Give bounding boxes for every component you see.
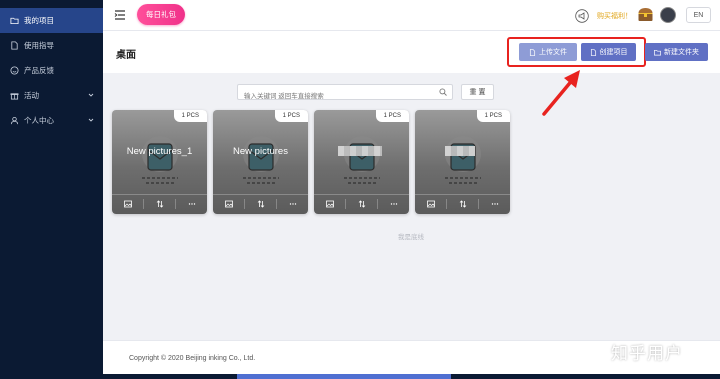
sidebar-item-label: 产品反馈	[24, 66, 54, 75]
blurred-title	[338, 146, 382, 156]
image-button[interactable]	[213, 196, 244, 212]
page-title: 桌面	[116, 50, 136, 61]
blurred-title	[445, 146, 475, 156]
card-actions	[213, 196, 308, 212]
card-actions	[415, 196, 510, 212]
card-actions	[314, 196, 409, 212]
file-icon	[590, 48, 596, 56]
sidebar-item-my-projects[interactable]: 我的项目	[0, 8, 103, 33]
sidebar-item-label: 个人中心	[24, 116, 54, 125]
sidebar-item-label: 我的项目	[24, 16, 54, 25]
image-button[interactable]	[314, 196, 345, 212]
card-divider	[415, 194, 510, 195]
file-icon	[529, 48, 536, 56]
project-card[interactable]: 1 PCS New pictures_1	[112, 110, 207, 214]
sidebar-item-label: 使用指导	[24, 41, 54, 50]
treasure-chest-icon[interactable]	[637, 7, 654, 22]
count-badge: 1 PCS	[274, 110, 308, 122]
image-button[interactable]	[112, 196, 143, 212]
card-title: New pictures	[233, 146, 288, 157]
image-icon	[123, 200, 132, 208]
sidebar-item-guide[interactable]: 使用指导	[0, 33, 103, 58]
card-divider	[213, 194, 308, 195]
count-badge: 1 PCS	[173, 110, 207, 122]
document-icon	[10, 41, 19, 50]
image-icon	[224, 200, 233, 208]
search-box	[237, 84, 453, 104]
bottom-strip	[0, 374, 720, 379]
search-input[interactable]	[238, 89, 428, 104]
project-card[interactable]: 1 PCS	[415, 110, 510, 214]
more-button[interactable]	[176, 196, 207, 212]
folder-icon	[10, 16, 19, 25]
promo-text[interactable]: 购买福利！	[597, 11, 632, 21]
sort-icon	[257, 200, 264, 208]
upload-file-button[interactable]: 上传文件	[519, 43, 577, 61]
more-icon	[188, 203, 195, 205]
new-folder-label: 新建文件夹	[664, 49, 699, 56]
create-project-button[interactable]: 创建项目	[581, 43, 636, 61]
sort-icon	[459, 200, 466, 208]
watermark: 知乎用户	[611, 344, 683, 363]
more-icon	[491, 203, 498, 205]
image-icon	[325, 200, 334, 208]
sort-button[interactable]	[144, 196, 175, 212]
page-header: 桌面 上传文件 创建项目 新建文件夹	[103, 31, 720, 73]
project-card[interactable]: 1 PCS New pictures	[213, 110, 308, 214]
copyright-text: Copyright © 2020 Beijing inking Co., Ltd…	[129, 355, 256, 362]
card-divider	[112, 194, 207, 195]
gift-icon	[10, 91, 19, 100]
upload-file-label: 上传文件	[539, 49, 567, 56]
sort-button[interactable]	[447, 196, 478, 212]
image-icon	[426, 200, 435, 208]
card-title: New pictures_1	[126, 146, 193, 157]
create-project-label: 创建项目	[599, 49, 628, 56]
folder-icon	[654, 49, 661, 55]
top-bar: 每日礼包 购买福利！ EN	[103, 0, 720, 31]
daily-gift-button[interactable]: 每日礼包	[137, 4, 185, 25]
menu-toggle-icon[interactable]	[114, 9, 126, 21]
sidebar-item-feedback[interactable]: 产品反馈	[0, 58, 103, 83]
annotation-arrow-icon	[542, 70, 580, 116]
project-thumbnail-icon	[445, 136, 481, 184]
project-thumbnail-icon	[344, 136, 380, 184]
more-button[interactable]	[378, 196, 409, 212]
sort-button[interactable]	[346, 196, 377, 212]
more-icon	[289, 203, 296, 205]
new-folder-button[interactable]: 新建文件夹	[645, 43, 708, 61]
count-badge: 1 PCS	[375, 110, 409, 122]
more-icon	[390, 203, 397, 205]
announcement-icon[interactable]	[575, 9, 589, 23]
project-card[interactable]: 1 PCS	[314, 110, 409, 214]
card-divider	[314, 194, 409, 195]
bottom-strip-highlight	[237, 374, 451, 379]
user-icon	[10, 116, 19, 125]
card-actions	[112, 196, 207, 212]
smile-icon	[10, 66, 19, 75]
sort-icon	[156, 200, 163, 208]
more-button[interactable]	[479, 196, 510, 212]
sort-button[interactable]	[245, 196, 276, 212]
list-end-text: 我是底线	[398, 234, 424, 241]
avatar[interactable]	[660, 7, 676, 23]
project-thumbnail-icon	[142, 136, 178, 184]
sidebar: 我的项目 使用指导 产品反馈 活动 个人中心	[0, 0, 103, 379]
count-badge: 1 PCS	[476, 110, 510, 122]
sort-icon	[358, 200, 365, 208]
chevron-down-icon	[88, 93, 94, 97]
sidebar-item-activity[interactable]: 活动	[0, 83, 103, 108]
sidebar-item-profile[interactable]: 个人中心	[0, 108, 103, 133]
project-thumbnail-icon	[243, 136, 279, 184]
more-button[interactable]	[277, 196, 308, 212]
sidebar-item-label: 活动	[24, 91, 39, 100]
image-button[interactable]	[415, 196, 446, 212]
reset-button[interactable]: 重 置	[461, 84, 494, 100]
search-icon[interactable]	[439, 88, 447, 96]
chevron-down-icon	[88, 118, 94, 122]
language-switch-button[interactable]: EN	[686, 7, 711, 23]
